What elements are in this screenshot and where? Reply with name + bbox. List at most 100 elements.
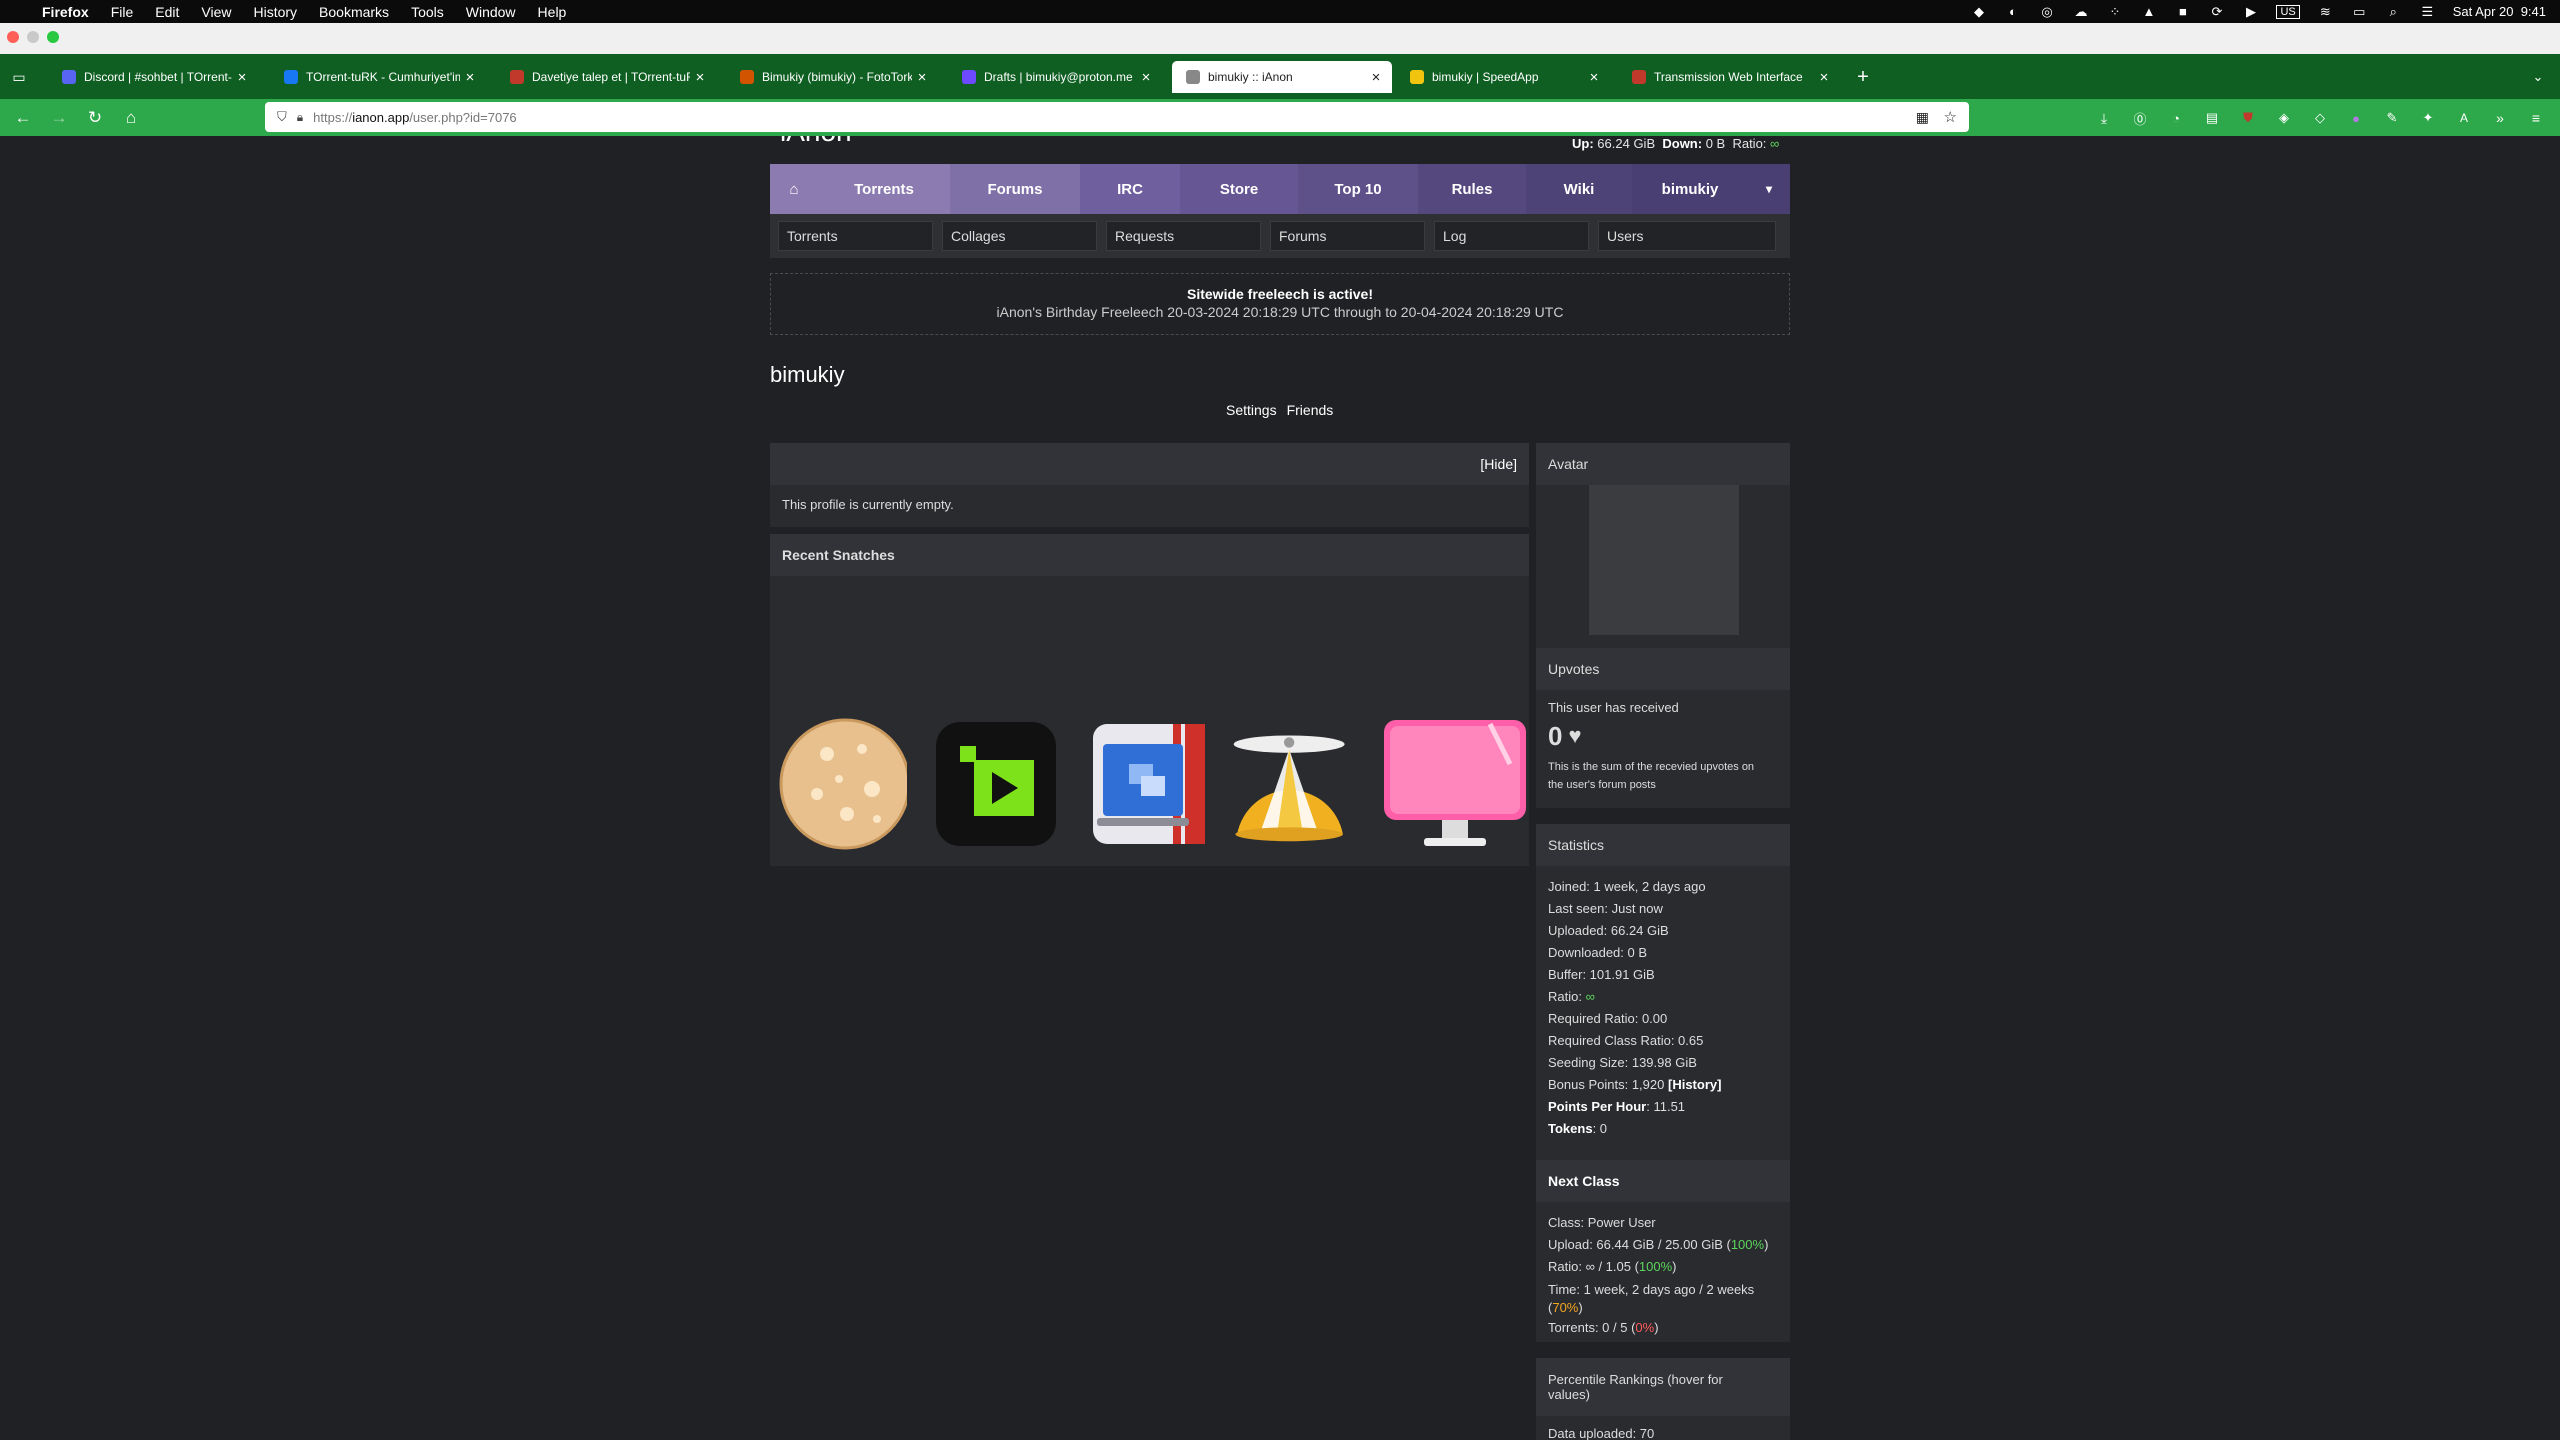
next-class-torrents-close: )	[1654, 1319, 1659, 1335]
parallels-app-icon[interactable]	[1085, 714, 1215, 854]
menubar-clock[interactable]: Sat Apr 20 9:41	[2453, 4, 2546, 19]
menu-app-name[interactable]: Firefox	[42, 4, 89, 20]
menu-edit[interactable]: Edit	[155, 4, 179, 20]
nav-wiki[interactable]: Wiki	[1526, 164, 1632, 214]
close-tab-icon[interactable]: ×	[1584, 69, 1604, 86]
facebook-icon	[284, 70, 298, 84]
nav-forums[interactable]: Forums	[950, 164, 1080, 214]
nav-dropdown-chevron-icon[interactable]: ▾	[1748, 164, 1790, 214]
extension-doc-icon[interactable]: ▤	[2201, 107, 2223, 129]
browser-tab-8[interactable]: Transmission Web Interface ×	[1618, 61, 1840, 93]
close-tab-icon[interactable]: ×	[1366, 69, 1386, 86]
search-requests-input[interactable]: Requests	[1106, 221, 1261, 251]
vpn-icon[interactable]: ◎	[2038, 4, 2055, 19]
extension-font-icon[interactable]: A	[2453, 107, 2475, 129]
qr-code-icon[interactable]: ▦	[1916, 109, 1929, 126]
browser-tab-7[interactable]: bimukiy | SpeedApp ×	[1396, 61, 1610, 93]
backup-icon[interactable]: ⟳	[2208, 4, 2225, 19]
nav-irc[interactable]: IRC	[1080, 164, 1180, 214]
browser-tab-1[interactable]: Discord | #sohbet | TOrrent-tuRK×	[48, 61, 258, 93]
browser-tab-2[interactable]: TOrrent-tuRK - Cumhuriyet'imiz ×	[270, 61, 486, 93]
extension-translate-icon[interactable]: ◇	[2309, 107, 2331, 129]
close-tab-icon[interactable]: ×	[1814, 69, 1834, 86]
extension-notes-icon[interactable]: ✎	[2381, 107, 2403, 129]
hamburger-menu-icon[interactable]: ≡	[2525, 107, 2547, 129]
extension-ublock-icon[interactable]: ⛊	[2237, 107, 2259, 129]
grid-icon[interactable]: ⁘	[2106, 4, 2123, 19]
menu-help[interactable]: Help	[538, 4, 567, 20]
browser-tab-5[interactable]: Drafts | bimukiy@proton.me | Pr×	[948, 61, 1162, 93]
cloud-icon[interactable]: ☁	[2072, 4, 2089, 19]
dropbox-icon[interactable]: ◆	[1970, 4, 1987, 19]
next-class-upload-pct: 100%	[1730, 1236, 1765, 1252]
nav-user[interactable]: bimukiy	[1632, 164, 1748, 214]
play-icon[interactable]: ▶	[2242, 4, 2259, 19]
input-source[interactable]: US	[2276, 4, 2300, 19]
back-button[interactable]: ←	[12, 107, 34, 129]
extension-bitwarden-icon[interactable]: ◈	[2273, 107, 2295, 129]
cleanmymac-app-icon[interactable]	[1380, 714, 1530, 854]
site-logo[interactable]: iAnon	[780, 136, 900, 147]
close-tab-icon[interactable]: ×	[690, 69, 710, 86]
settings-link[interactable]: Settings	[1226, 402, 1277, 418]
control-center-icon[interactable]: ☰	[2419, 4, 2436, 19]
search-users-input[interactable]: Users	[1598, 221, 1776, 251]
close-window-button[interactable]	[7, 31, 19, 43]
cookie-app-icon[interactable]	[777, 714, 907, 854]
search-collages-input[interactable]: Collages	[942, 221, 1097, 251]
home-button[interactable]: ⌂	[120, 107, 142, 129]
extension-glasses-icon[interactable]: ◔	[2165, 107, 2187, 129]
search-torrents-input[interactable]: Torrents	[778, 221, 933, 251]
spotlight-search-icon[interactable]: ⌕	[2385, 4, 2402, 19]
nav-home-icon[interactable]: ⌂	[770, 164, 818, 214]
reload-button[interactable]: ↻	[84, 107, 106, 129]
nav-torrents[interactable]: Torrents	[818, 164, 950, 214]
tracking-shield-icon[interactable]: ⛉	[277, 109, 287, 125]
stat-tokens-label[interactable]: Tokens	[1548, 1121, 1593, 1136]
browser-tab-4[interactable]: Bimukiy (bimukiy) - FotoTork ×	[726, 61, 938, 93]
bonus-history-link[interactable]: [History]	[1668, 1077, 1721, 1092]
search-forums-input[interactable]: Forums	[1270, 221, 1425, 251]
downloads-icon[interactable]: ⤓	[2093, 107, 2115, 129]
menu-history[interactable]: History	[253, 4, 297, 20]
close-tab-icon[interactable]: ×	[912, 69, 932, 86]
bookmark-star-icon[interactable]: ☆	[1944, 108, 1957, 126]
hide-profile-link[interactable]: [Hide]	[1480, 456, 1517, 472]
extension-purple-icon[interactable]: ●	[2345, 107, 2367, 129]
url-text[interactable]: https://ianon.app/user.php?id=7076	[313, 110, 517, 125]
stat-pph-label[interactable]: Points Per Hour	[1548, 1099, 1646, 1114]
nav-store[interactable]: Store	[1180, 164, 1298, 214]
minimize-window-button[interactable]	[27, 31, 39, 43]
forward-button[interactable]: →	[48, 107, 70, 129]
search-log-input[interactable]: Log	[1434, 221, 1589, 251]
tab-list-chevron-icon[interactable]: ⌄	[2527, 66, 2549, 88]
extension-1password-icon[interactable]: ⓪	[2129, 107, 2151, 129]
menu-window[interactable]: Window	[466, 4, 516, 20]
camo-app-icon[interactable]	[930, 714, 1060, 854]
sidebar-toggle-icon[interactable]: ▭	[8, 66, 30, 88]
wifi-icon[interactable]: ≋	[2317, 4, 2334, 19]
menu-tools[interactable]: Tools	[411, 4, 444, 20]
friends-link[interactable]: Friends	[1287, 402, 1334, 418]
browser-tab-3[interactable]: Davetiye talep et | TOrrent-tuRK ×	[496, 61, 716, 93]
menu-bookmarks[interactable]: Bookmarks	[319, 4, 389, 20]
little-snitch-app-icon[interactable]	[1225, 714, 1355, 854]
vpn-lock-icon[interactable]: ■	[2174, 4, 2191, 19]
battery-icon[interactable]: ▭	[2351, 4, 2368, 19]
close-tab-icon[interactable]: ×	[232, 69, 252, 86]
lock-icon[interactable]: 🔒︎	[297, 110, 303, 125]
menu-file[interactable]: File	[111, 4, 134, 20]
overflow-menu-icon[interactable]: »	[2489, 107, 2511, 129]
close-tab-icon[interactable]: ×	[460, 69, 480, 86]
nav-rules[interactable]: Rules	[1418, 164, 1526, 214]
extension-puzzle-icon[interactable]: ✦	[2417, 107, 2439, 129]
zoom-window-button[interactable]	[47, 31, 59, 43]
new-tab-button[interactable]: +	[1852, 66, 1874, 88]
menu-view[interactable]: View	[201, 4, 231, 20]
close-tab-icon[interactable]: ×	[1136, 69, 1156, 86]
status-icon[interactable]: ◐	[2004, 4, 2021, 19]
nav-top10[interactable]: Top 10	[1298, 164, 1418, 214]
browser-tab-6[interactable]: bimukiy :: iAnon ×	[1172, 61, 1392, 93]
bell-icon[interactable]: ▲	[2140, 4, 2157, 19]
url-bar[interactable]: ⛉ 🔒︎ https://ianon.app/user.php?id=7076 …	[265, 102, 1969, 132]
